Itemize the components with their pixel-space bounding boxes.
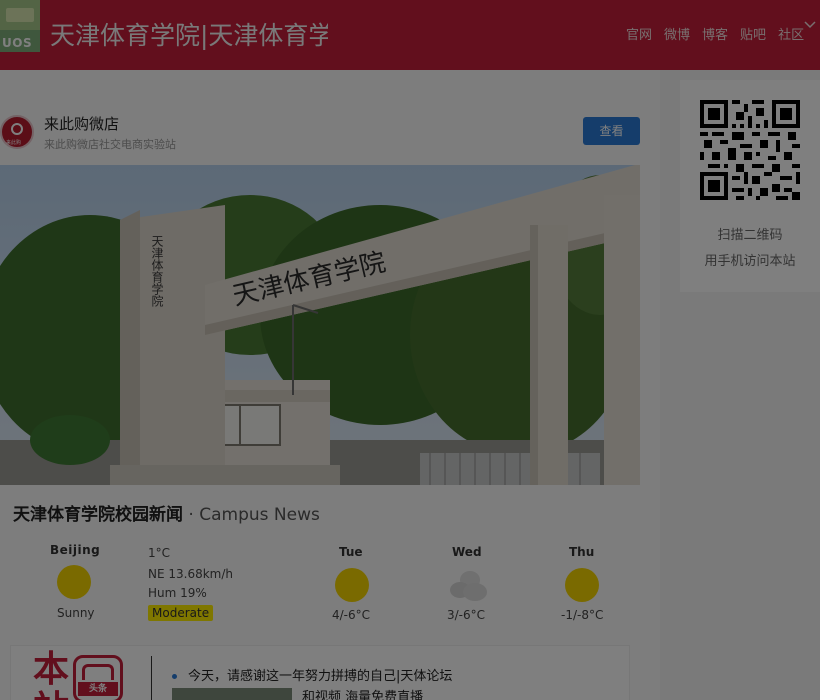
aqi-badge: Moderate <box>148 605 214 621</box>
headline-link-2[interactable]: 和视频 海量免费直播 <box>302 686 423 700</box>
shop-avatar-text: 来此购 <box>6 140 22 146</box>
view-shop-button[interactable]: 查看 <box>583 117 640 145</box>
sun-icon <box>57 565 91 599</box>
forecast-range-3: -1/-8°C <box>561 608 604 622</box>
forecast-day-1: Tue <box>339 545 363 559</box>
weather-wind: NE 13.68km/h <box>148 567 234 581</box>
forecast-range-2: 3/-6°C <box>447 608 486 622</box>
toutiao-badge: 头条 <box>73 655 123 700</box>
weather-humidity: Hum 19% <box>148 586 207 600</box>
qr-code-icon <box>700 100 800 200</box>
sun-icon <box>335 568 369 602</box>
headline-link-1[interactable]: 今天，请感谢这一年努力拼搏的自己|天体论坛 <box>188 665 452 684</box>
shop-description: 来此购微店社交电商实验站 <box>44 138 176 151</box>
headline-divider <box>151 656 152 700</box>
logo-text: UOS <box>2 36 33 50</box>
sun-icon <box>565 568 599 602</box>
pillar-calligraphy: 天津体育学院 <box>150 235 164 307</box>
forecast-day-2: Wed <box>452 545 482 559</box>
weather-city: Beijing <box>50 543 101 557</box>
chevron-down-icon[interactable] <box>804 20 816 30</box>
campus-gate-image: 天津体育学院 天津体育学院 <box>0 165 640 485</box>
qr-caption-line-2: 用手机访问本站 <box>704 254 796 269</box>
headline-thumbnail[interactable] <box>172 688 292 700</box>
campus-gate-photo[interactable]: 天津体育学院 天津体育学院 <box>0 165 640 485</box>
shop-avatar[interactable]: 来此购 <box>0 115 34 149</box>
top-nav: 官网 微博 博客 贴吧 社区 <box>626 24 804 43</box>
news-title-cn: 天津体育学院校园新闻 <box>13 505 183 525</box>
weather-condition: Sunny <box>57 606 95 620</box>
bullet-icon <box>172 674 177 679</box>
qr-caption-line-1: 扫描二维码 <box>717 228 783 243</box>
weather-widget: Beijing Sunny 1°C NE 13.68km/h Hum 19% M… <box>0 540 640 630</box>
campus-news-title[interactable]: 天津体育学院校园新闻 · Campus News <box>13 500 320 525</box>
headline-big-char-1: 本 <box>33 649 70 690</box>
weather-temp: 1°C <box>148 546 171 560</box>
shop-name[interactable]: 来此购微店 <box>44 113 119 134</box>
forecast-day-3: Thu <box>569 545 595 559</box>
shop-card-header: 来此购 来此购微店 来此购微店社交电商实验站 查看 <box>0 110 640 160</box>
toutiao-label: 头条 <box>78 682 118 696</box>
nav-item-weibo[interactable]: 微博 <box>664 24 690 43</box>
forecast-range-1: 4/-6°C <box>332 608 371 622</box>
site-logo[interactable]: UOS <box>0 0 40 52</box>
news-title-sep: · <box>183 505 200 525</box>
shop-logo-icon <box>11 123 23 135</box>
nav-item-community[interactable]: 社区 <box>778 24 804 43</box>
toutiao-icon <box>82 664 114 680</box>
nav-item-official[interactable]: 官网 <box>626 24 652 43</box>
site-header: UOS 天津体育学院|天津体育学院 官网 微博 博客 贴吧 社区 <box>0 0 820 70</box>
nav-item-blog[interactable]: 博客 <box>702 24 728 43</box>
headline-big-char-2: 站 <box>33 690 69 700</box>
nav-item-tieba[interactable]: 贴吧 <box>740 24 766 43</box>
cloud-icon <box>450 571 487 601</box>
site-title[interactable]: 天津体育学院|天津体育学院 <box>50 16 328 52</box>
news-title-en: Campus News <box>199 505 320 525</box>
